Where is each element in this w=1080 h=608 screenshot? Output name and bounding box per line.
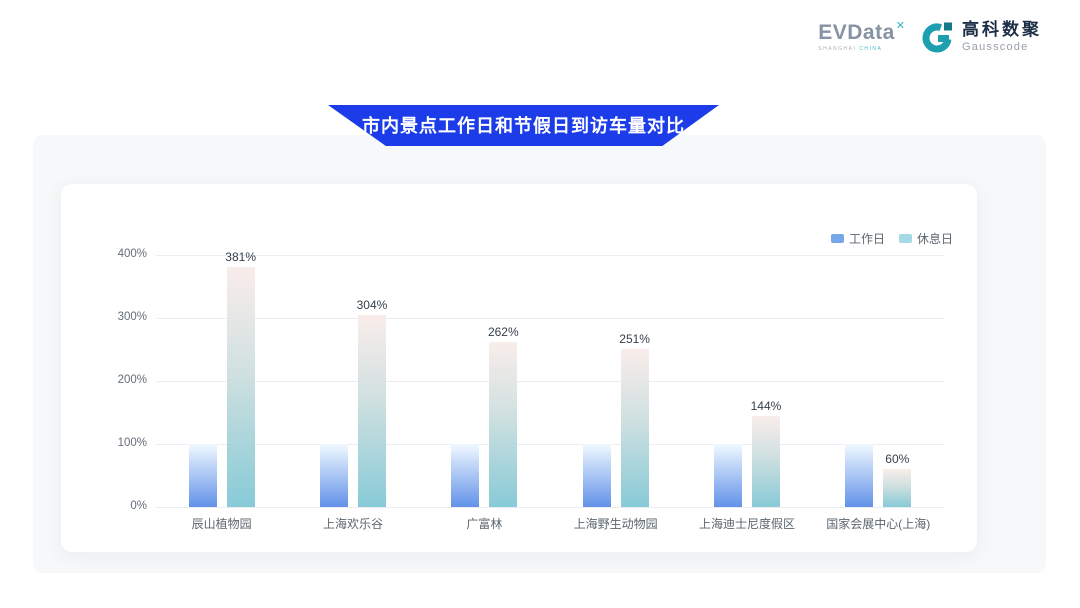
y-tick-label: 200% [118, 374, 147, 386]
chart-legend: 工作日 休息日 [831, 230, 953, 247]
page-title: 市内景点工作日和节假日到访车量对比 [362, 112, 685, 140]
legend-item-restday[interactable]: 休息日 [899, 230, 953, 247]
gausscode-g-icon [921, 20, 955, 54]
x-category-label: 上海野生动物园 [550, 515, 681, 532]
y-tick-label: 100% [118, 437, 147, 449]
bar-group: 304% [287, 255, 418, 507]
bar-value-label: 381% [225, 250, 256, 264]
bar-value-label: 251% [619, 332, 650, 346]
gausscode-text: 高科数聚 Gausscode [962, 21, 1042, 53]
legend-swatch-restday [899, 234, 912, 243]
x-category-label: 上海欢乐谷 [287, 515, 418, 532]
evdata-subtext-left: SHANGHAI [818, 46, 859, 52]
bar-group: 381% [156, 255, 287, 507]
evdata-subtext-right: CHINA [859, 46, 882, 52]
x-labels: 辰山植物园上海欢乐谷广富林上海野生动物园上海迪士尼度假区国家会展中心(上海) [156, 515, 944, 532]
bar-workday [320, 444, 348, 507]
evdata-x-icon: ✕ [896, 19, 905, 32]
plot-area: 400%300%200%100%0% 381%304%262%251%144%6… [156, 255, 944, 507]
evdata-subtext: SHANGHAI CHINA [818, 46, 882, 52]
bar-value-label: 144% [751, 399, 782, 413]
bar-workday [583, 444, 611, 507]
x-category-label: 上海迪士尼度假区 [681, 515, 812, 532]
bar-restday: 304% [358, 315, 386, 507]
bar-workday [451, 444, 479, 507]
y-tick-label: 0% [130, 500, 147, 512]
evdata-logo: EVData ✕ SHANGHAI CHINA [818, 22, 905, 52]
evdata-wordmark-row: EVData ✕ [818, 22, 905, 43]
legend-label-workday: 工作日 [849, 230, 885, 247]
x-category-label: 辰山植物园 [156, 515, 287, 532]
evdata-wordmark: EVData [818, 22, 895, 43]
x-category-label: 国家会展中心(上海) [813, 515, 944, 532]
chart-card: 工作日 休息日 400% 300% 200% 100% 0% 381% 304% 262% 2… [60, 183, 978, 553]
bar-group: 251% [550, 255, 681, 507]
bar-value-label: 60% [885, 452, 909, 466]
gausscode-logo: 高科数聚 Gausscode [921, 20, 1042, 54]
legend-label-restday: 休息日 [917, 230, 953, 247]
x-category-label: 广富林 [419, 515, 550, 532]
gridline [156, 507, 944, 508]
bar-workday [845, 444, 873, 507]
gausscode-en: Gausscode [962, 41, 1042, 53]
bar-workday [189, 444, 217, 507]
bar-restday: 60% [883, 469, 911, 507]
title-banner: 市内景点工作日和节假日到访车量对比 [328, 105, 719, 146]
bar-value-label: 304% [357, 298, 388, 312]
bar-group: 60% [813, 255, 944, 507]
bar-restday: 144% [752, 416, 780, 507]
bar-restday: 381% [227, 267, 255, 507]
page: EVData ✕ SHANGHAI CHINA 高科数聚 Gausscode 市… [0, 0, 1080, 608]
header-logos: EVData ✕ SHANGHAI CHINA 高科数聚 Gausscode [818, 20, 1042, 54]
legend-item-workday[interactable]: 工作日 [831, 230, 885, 247]
y-tick-label: 300% [118, 311, 147, 323]
y-tick-label: 400% [118, 248, 147, 260]
bar-value-label: 262% [488, 325, 519, 339]
bar-restday: 251% [621, 349, 649, 507]
bar-group: 144% [681, 255, 812, 507]
bar-restday: 262% [489, 342, 517, 507]
bar-groups: 381% 304% 262% 251% 144% 60% [156, 255, 944, 507]
bar-group: 262% [419, 255, 550, 507]
legend-swatch-workday [831, 234, 844, 243]
gausscode-cn: 高科数聚 [962, 21, 1042, 40]
bar-workday [714, 444, 742, 507]
